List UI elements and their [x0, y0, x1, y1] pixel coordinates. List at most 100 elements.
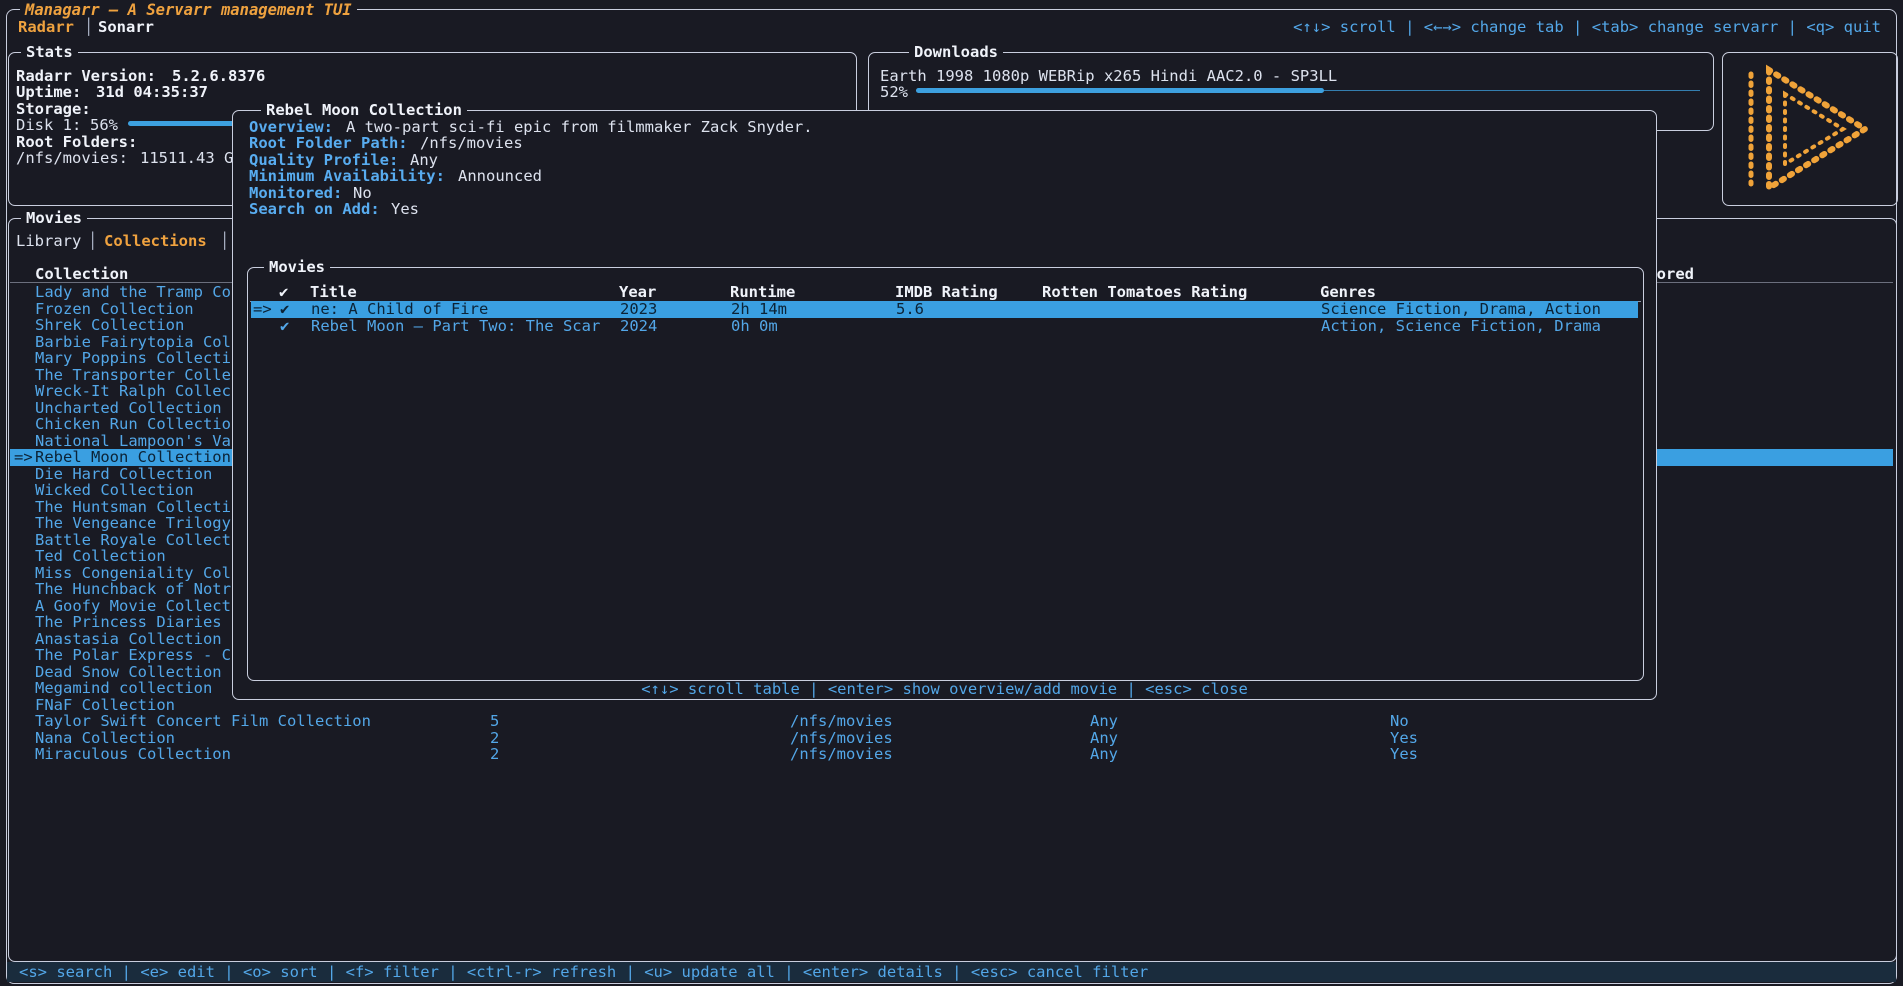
search-on-add-label: Search on Add: — [249, 201, 380, 218]
movie-genres: Action, Science Fiction, Drama — [1321, 318, 1601, 335]
tab-sonarr[interactable]: Sonarr — [98, 19, 154, 36]
collection-row[interactable]: Miraculous Collection 2/nfs/movies Any Yes — [10, 746, 1893, 763]
modal-movies-rows: => ✔ ne: A Child of Fire 2023 2h 14m 5.6 Scien… — [249, 301, 1640, 631]
uptime-value: 31d 04:35:37 — [96, 84, 208, 101]
movie-title: ne: A Child of Fire — [311, 301, 488, 318]
movie-row[interactable]: ✔Rebel Moon – Part Two: The Scar20240h 0… — [251, 318, 1638, 335]
collection-name: Frozen Collection — [35, 301, 194, 318]
movie-runtime: 2h 14m — [731, 301, 787, 318]
collection-name: Rebel Moon Collection — [35, 449, 231, 466]
movie-genres: Science Fiction, Drama, Action — [1321, 301, 1601, 318]
movie-year: 2024 — [620, 318, 657, 335]
collection-name: National Lampoon's Va — [35, 433, 231, 450]
collection-name: Miraculous Collection — [35, 746, 231, 763]
collection-name: Shrek Collection — [35, 317, 184, 334]
collection-name: Lady and the Tramp Co — [35, 284, 231, 301]
collection-name: The Transporter Colle — [35, 367, 231, 384]
collection-name: Mary Poppins Collecti — [35, 350, 231, 367]
movie-row[interactable]: => ✔ ne: A Child of Fire 2023 2h 14m 5.6 Scien… — [251, 301, 1638, 318]
column-imdb-rating: IMDB Rating — [895, 284, 998, 301]
collection-name: Taylor Swift Concert Film Collection — [35, 713, 371, 730]
collection-movie-count: 2 — [490, 746, 499, 763]
download-progress-fill — [916, 88, 1324, 93]
downloads-panel-title: Downloads — [909, 44, 1003, 61]
collection-details-modal: Rebel Moon Collection Overview: A two-pa… — [232, 110, 1657, 700]
collection-name: Anastasia Collection — [35, 631, 222, 648]
app-title: Managarr — A Servarr management TUI — [20, 2, 357, 19]
collection-name: Dead Snow Collection — [35, 664, 222, 681]
collection-row[interactable]: Nana Collection 2/nfs/movies Any Yes — [10, 730, 1893, 747]
collection-name: The Princess Diaries — [35, 614, 222, 631]
tab-divider: │ — [84, 19, 93, 36]
footer-bar: <s> search | <e> edit | <o> sort | <f> f… — [7, 962, 1896, 982]
modal-keybind-hints: <↑↓> scroll table | <enter> show overvie… — [233, 681, 1656, 698]
root-folder-path-label: Root Folder Path: — [249, 135, 408, 152]
collection-name: Chicken Run Collectio — [35, 416, 231, 433]
column-title: Title — [310, 284, 357, 301]
tab-collections[interactable]: Collections — [104, 233, 207, 250]
root-folder-size: 11511.43 GB — [140, 150, 243, 167]
collection-movie-count: 5 — [490, 713, 499, 730]
collection-quality-profile: Any — [1090, 713, 1118, 730]
collection-name: The Vengeance Trilogy — [35, 515, 231, 532]
disk-label: Disk 1: — [16, 117, 81, 134]
root-folder-path-value: /nfs/movies — [420, 135, 523, 152]
collection-quality-profile: Any — [1090, 746, 1118, 763]
disk-percent: 56% — [90, 117, 118, 134]
collection-name: Battle Royale Collect — [35, 532, 231, 549]
collection-name: FNaF Collection — [35, 697, 175, 714]
managarr-app: Managarr — A Servarr management TUI Rada… — [0, 0, 1903, 986]
collection-name: Nana Collection — [35, 730, 175, 747]
movies-tab-divider-2: │ — [220, 233, 229, 250]
column-monitored-check: ✔ — [279, 284, 288, 301]
collection-name: Wreck-It Ralph Collec — [35, 383, 231, 400]
modal-movies-table-title: Movies — [264, 259, 330, 276]
stats-panel-title: Stats — [21, 44, 78, 61]
download-progress-bar — [916, 88, 1700, 94]
movie-imdb-rating: 5.6 — [896, 301, 924, 318]
selection-marker: => — [253, 301, 272, 318]
footer-keybind-hints: <s> search | <e> edit | <o> sort | <f> f… — [19, 964, 1148, 981]
movies-tab-divider: │ — [88, 233, 97, 250]
movie-runtime: 0h 0m — [731, 318, 778, 335]
logo-panel — [1722, 52, 1898, 206]
selection-marker: => — [14, 449, 33, 466]
collection-quality-profile: Any — [1090, 730, 1118, 747]
collection-name: Barbie Fairytopia Col — [35, 334, 231, 351]
monitored-check-icon: ✔ — [280, 318, 289, 335]
collection-name: A Goofy Movie Collect — [35, 598, 231, 615]
collection-root-folder: /nfs/movies — [790, 730, 893, 747]
tab-radarr[interactable]: Radarr — [18, 19, 74, 36]
movie-year: 2023 — [620, 301, 657, 318]
minimum-availability-value: Announced — [458, 168, 542, 185]
column-collection: Collection — [35, 266, 128, 283]
root-folder-path: /nfs/movies: — [16, 150, 128, 167]
collection-search-on-add: No — [1390, 713, 1409, 730]
overview-value: A two-part sci-fi epic from filmmaker Za… — [346, 119, 813, 136]
download-item-percent: 52% — [880, 84, 908, 101]
collection-search-on-add: Yes — [1390, 730, 1418, 747]
collection-search-on-add: Yes — [1390, 746, 1418, 763]
search-on-add-value: Yes — [391, 201, 419, 218]
collection-name: Wicked Collection — [35, 482, 194, 499]
tab-library[interactable]: Library — [16, 233, 81, 250]
download-item-name: Earth 1998 1080p WEBRip x265 Hindi AAC2.… — [880, 68, 1337, 85]
minimum-availability-label: Minimum Availability: — [249, 168, 445, 185]
collection-name: Uncharted Collection — [35, 400, 222, 417]
monitored-check-icon: ✔ — [280, 301, 289, 318]
global-keybind-hints: <↑↓> scroll | <←→> change tab | <tab> ch… — [1293, 19, 1881, 36]
collection-name: The Hunchback of Notr — [35, 581, 231, 598]
collection-name: Ted Collection — [35, 548, 166, 565]
column-runtime: Runtime — [730, 284, 795, 301]
movies-panel-title: Movies — [21, 210, 87, 227]
collection-row[interactable]: Taylor Swift Concert Film Collection 5/nf… — [10, 713, 1893, 730]
managarr-logo-icon — [1735, 62, 1885, 196]
collection-root-folder: /nfs/movies — [790, 713, 893, 730]
collection-name: Megamind collection — [35, 680, 212, 697]
collection-name: The Polar Express - C — [35, 647, 231, 664]
collection-root-folder: /nfs/movies — [790, 746, 893, 763]
column-genres: Genres — [1320, 284, 1376, 301]
column-year: Year — [619, 284, 656, 301]
uptime-label: Uptime: — [16, 84, 81, 101]
collection-movie-count: 2 — [490, 730, 499, 747]
